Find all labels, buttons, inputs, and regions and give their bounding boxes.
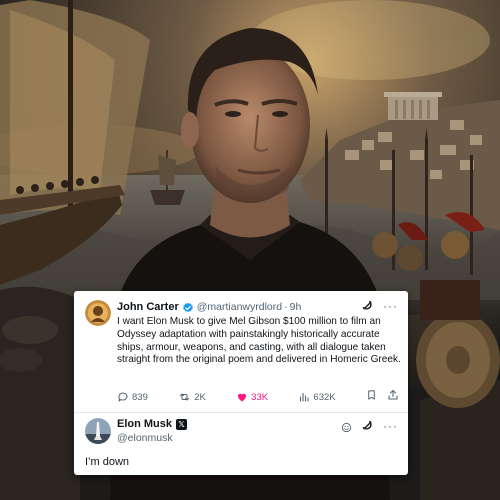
share-icon[interactable]	[387, 388, 399, 406]
smile-icon[interactable]	[341, 420, 352, 433]
tweet-action-bar: 839 2K 33K 632K	[117, 388, 399, 406]
like-button[interactable]: 33K	[236, 391, 268, 403]
more-icon[interactable]: ···	[383, 420, 398, 432]
verified-badge-icon	[182, 301, 194, 313]
bookmark-icon[interactable]	[366, 388, 377, 406]
reply-button[interactable]: 839	[117, 391, 148, 403]
views-icon	[298, 391, 310, 403]
reply-author-avatar[interactable]	[85, 418, 111, 444]
tweet-header: John Carter @martianwyrdlord · 9h	[117, 300, 301, 314]
author-avatar[interactable]	[85, 300, 111, 326]
tweet-card[interactable]: John Carter @martianwyrdlord · 9h ··· I …	[74, 291, 408, 475]
reply-author-name[interactable]: Elon Musk	[117, 418, 172, 430]
author-name[interactable]: John Carter	[117, 301, 179, 313]
tweet-time[interactable]: 9h	[290, 301, 302, 313]
more-icon[interactable]: ···	[383, 300, 398, 312]
like-icon	[236, 391, 248, 403]
tweet-top-actions: ···	[361, 299, 398, 312]
views-button[interactable]: 632K	[298, 391, 336, 403]
repost-count: 2K	[194, 391, 206, 403]
x-badge-icon: 𝕏	[176, 418, 188, 430]
reply-icon	[117, 391, 129, 403]
grok-icon[interactable]	[361, 419, 374, 432]
repost-button[interactable]: 2K	[178, 391, 206, 403]
reply-author-handle[interactable]: @elonmusk	[117, 432, 173, 444]
reply-avatar-image	[85, 418, 111, 444]
divider	[74, 412, 408, 413]
repost-icon	[178, 391, 191, 403]
author-handle[interactable]: @martianwyrdlord	[197, 301, 282, 313]
author-avatar-image	[85, 300, 111, 326]
reply-count: 839	[132, 391, 148, 403]
reply-header: Elon Musk 𝕏	[117, 418, 188, 430]
save-share-group	[366, 388, 399, 406]
tweet-text: I want Elon Musk to give Mel Gibson $100…	[117, 316, 401, 366]
grok-icon[interactable]	[361, 299, 374, 312]
reply-top-actions: ···	[341, 419, 398, 433]
like-count: 33K	[251, 391, 269, 403]
separator-dot: ·	[284, 301, 288, 313]
views-count: 632K	[313, 391, 336, 403]
reply-text: I’m down	[85, 456, 130, 468]
